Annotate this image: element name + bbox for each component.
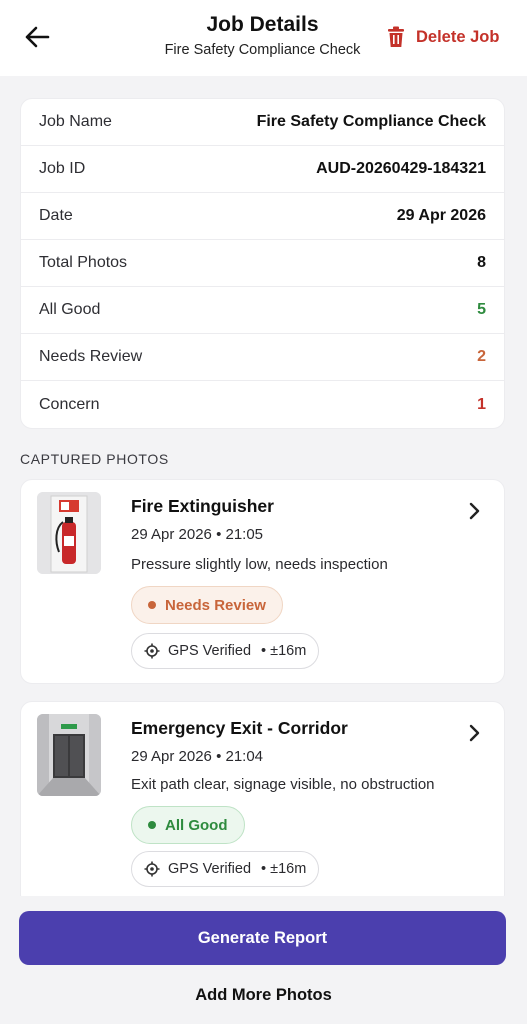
location-target-icon xyxy=(144,643,160,659)
row-value: Fire Safety Compliance Check xyxy=(256,113,486,130)
photo-card-emergency-exit[interactable]: Emergency Exit - Corridor 29 Apr 2026 • … xyxy=(20,701,505,896)
row-label: Concern xyxy=(39,395,100,413)
bottom-action-bar: Generate Report Add More Photos xyxy=(0,896,527,1024)
photo-thumbnail[interactable] xyxy=(37,714,101,796)
row-label: Total Photos xyxy=(39,254,128,271)
header-titles: Job Details Fire Safety Compliance Check xyxy=(140,12,385,58)
gps-label: GPS Verified xyxy=(168,643,252,659)
gps-label: GPS Verified xyxy=(168,861,252,877)
status-dot-icon xyxy=(148,601,156,609)
summary-row-date: Date 29 Apr 2026 xyxy=(21,193,504,240)
status-label: Needs Review xyxy=(165,596,266,614)
summary-row-concern: Concern 1 xyxy=(21,381,504,428)
row-value: 5 xyxy=(477,301,486,318)
fire-extinguisher-image-icon xyxy=(37,492,101,574)
row-label: All Good xyxy=(39,301,101,318)
generate-report-button[interactable]: Generate Report xyxy=(19,911,506,965)
gps-badge: GPS Verified • ±16m xyxy=(131,633,320,669)
summary-row-all-good: All Good 5 xyxy=(21,287,504,334)
status-badge: All Good xyxy=(131,806,245,844)
content-scroll-area[interactable]: Job Name Fire Safety Compliance Check Jo… xyxy=(0,76,527,896)
captured-photos-heading: CAPTURED PHOTOS xyxy=(20,451,169,467)
row-value: 8 xyxy=(477,254,486,271)
row-value: 29 Apr 2026 xyxy=(396,207,486,224)
photo-title: Fire Extinguisher xyxy=(131,496,274,516)
delete-job-button[interactable]: Delete Job xyxy=(386,22,499,52)
delete-job-label: Delete Job xyxy=(416,27,500,46)
row-label: Needs Review xyxy=(39,348,143,365)
arrow-left-icon xyxy=(25,26,50,48)
photo-thumbnail[interactable] xyxy=(37,492,101,574)
photo-note: Pressure slightly low, needs inspection xyxy=(131,556,388,573)
gps-accuracy: • ±16m xyxy=(261,643,307,659)
gps-accuracy: • ±16m xyxy=(261,861,307,877)
row-label: Date xyxy=(39,207,73,224)
job-summary-card: Job Name Fire Safety Compliance Check Jo… xyxy=(20,98,505,429)
back-button[interactable] xyxy=(20,22,54,52)
status-dot-icon xyxy=(148,821,156,829)
add-more-photos-button[interactable]: Add More Photos xyxy=(0,986,527,1005)
summary-row-job-id: Job ID AUD-20260429-184321 xyxy=(21,146,504,193)
gps-badge: GPS Verified • ±16m xyxy=(131,851,320,887)
chevron-right-icon[interactable] xyxy=(467,500,483,522)
status-label: All Good xyxy=(165,816,228,834)
photo-card-fire-extinguisher[interactable]: Fire Extinguisher 29 Apr 2026 • 21:05 Pr… xyxy=(20,479,505,684)
page-title: Job Details xyxy=(206,13,319,36)
photo-timestamp: 29 Apr 2026 • 21:05 xyxy=(131,526,264,543)
photo-timestamp: 29 Apr 2026 • 21:04 xyxy=(131,748,264,765)
row-value: 1 xyxy=(477,395,486,413)
app-header: Job Details Fire Safety Compliance Check… xyxy=(0,0,527,76)
summary-row-total-photos: Total Photos 8 xyxy=(21,240,504,287)
row-value: AUD-20260429-184321 xyxy=(316,160,486,177)
status-badge: Needs Review xyxy=(131,586,283,624)
row-label: Job ID xyxy=(39,160,86,177)
photo-note: Exit path clear, signage visible, no obs… xyxy=(131,776,435,793)
row-label: Job Name xyxy=(39,113,112,130)
row-value: 2 xyxy=(477,348,486,365)
summary-row-needs-review: Needs Review 2 xyxy=(21,334,504,381)
location-target-icon xyxy=(144,861,160,877)
photo-title: Emergency Exit - Corridor xyxy=(131,718,348,738)
trash-icon xyxy=(388,26,404,47)
emergency-exit-image-icon xyxy=(37,714,101,796)
chevron-right-icon[interactable] xyxy=(467,722,483,744)
page-subtitle: Fire Safety Compliance Check xyxy=(164,42,361,58)
summary-row-job-name: Job Name Fire Safety Compliance Check xyxy=(21,99,504,146)
